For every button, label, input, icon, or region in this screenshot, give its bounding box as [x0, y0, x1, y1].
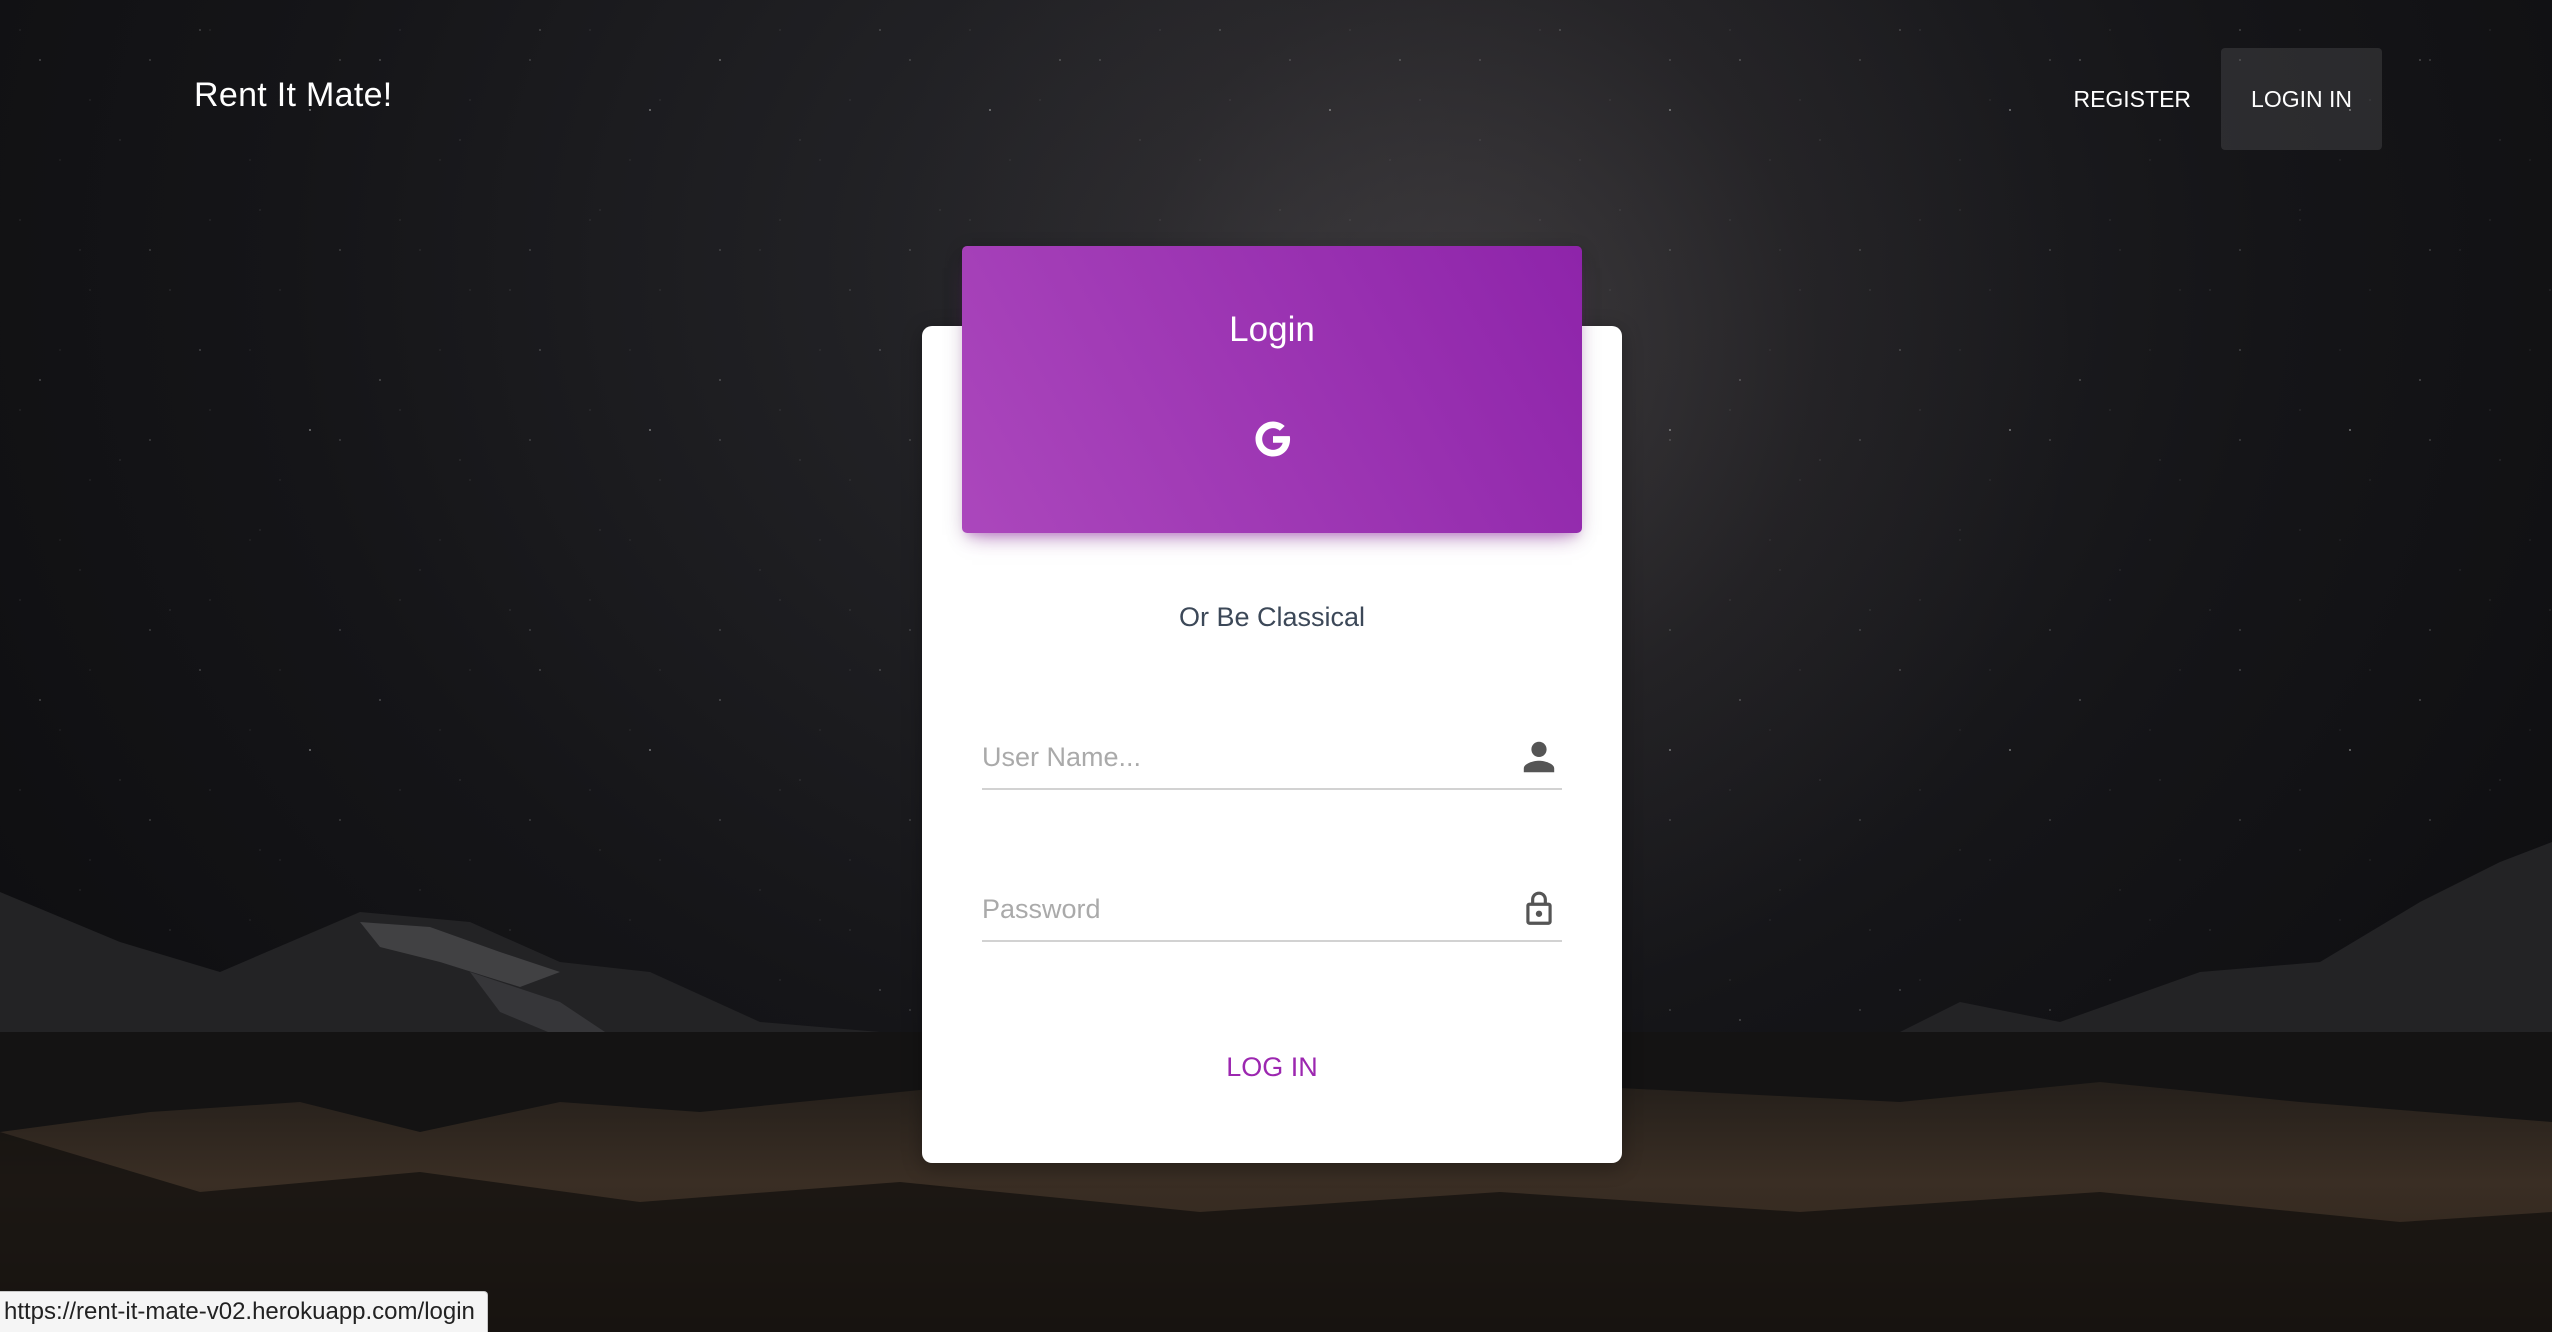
password-field — [982, 880, 1562, 942]
top-nav: REGISTER LOGIN IN — [2043, 48, 2382, 150]
password-input[interactable] — [982, 880, 1482, 938]
browser-status-bar: https://rent-it-mate-v02.herokuapp.com/l… — [0, 1291, 488, 1332]
register-nav-button[interactable]: REGISTER — [2043, 48, 2221, 150]
login-card-header: Login — [962, 246, 1582, 533]
login-submit-button[interactable]: LOG IN — [922, 1052, 1622, 1083]
username-input[interactable] — [982, 728, 1482, 786]
alternative-login-subtitle: Or Be Classical — [1178, 602, 1366, 632]
google-icon[interactable] — [1252, 418, 1294, 460]
brand-title[interactable]: Rent It Mate! — [194, 76, 393, 115]
username-field — [982, 728, 1562, 790]
lock-icon — [1526, 891, 1552, 925]
login-page: Rent It Mate! REGISTER LOGIN IN Login Or… — [0, 0, 2552, 1332]
login-nav-button[interactable]: LOGIN IN — [2221, 48, 2382, 150]
person-icon — [1523, 741, 1555, 773]
login-title: Login — [1229, 310, 1315, 349]
